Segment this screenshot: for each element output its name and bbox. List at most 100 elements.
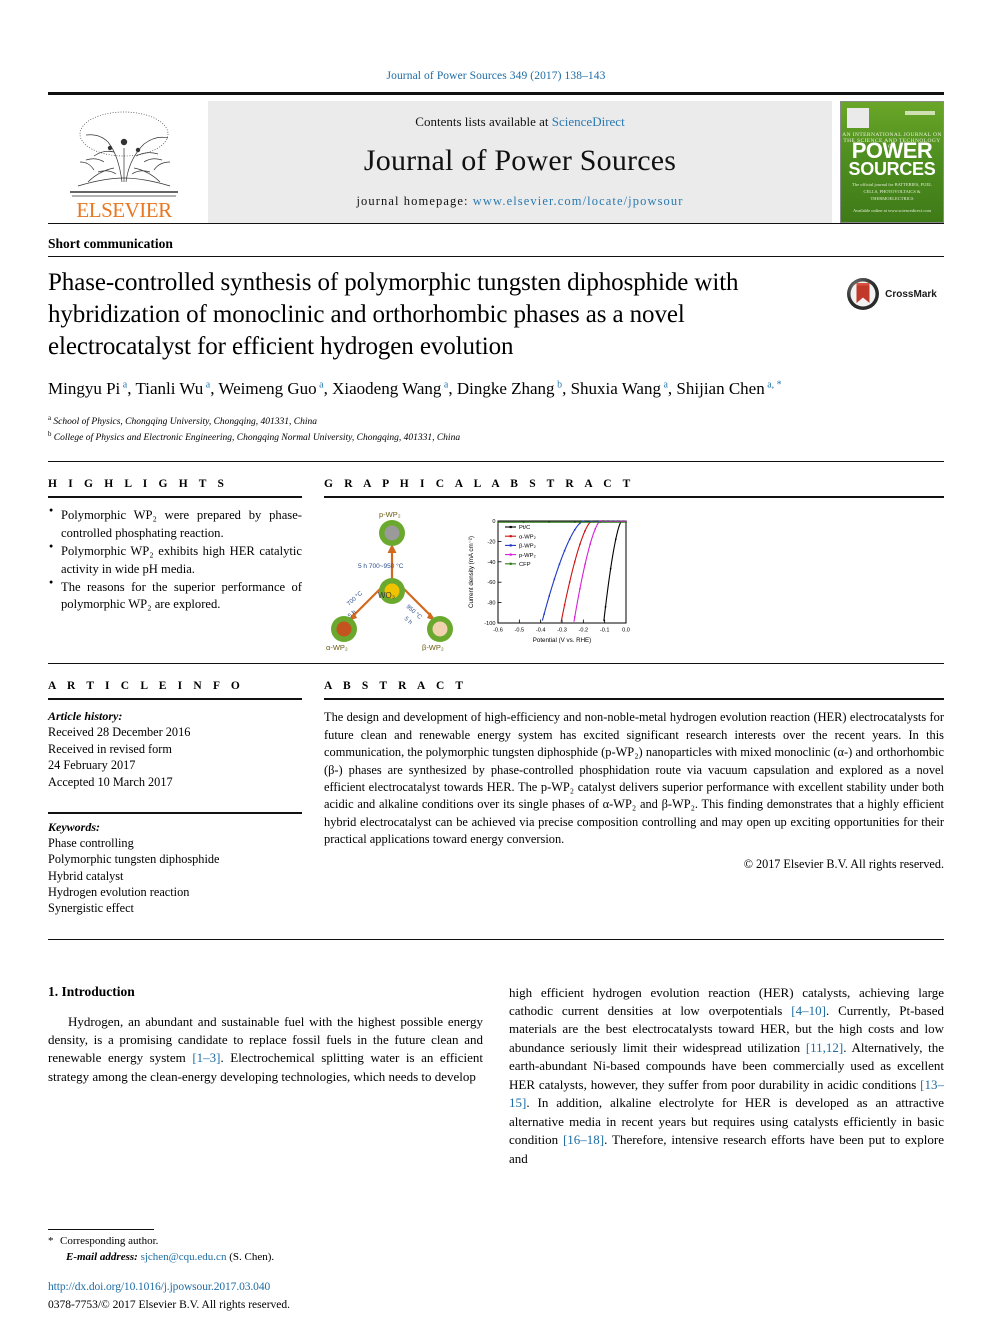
series-marker — [584, 564, 586, 566]
graphical-abstract-heading: G R A P H I C A L A B S T R A C T — [324, 478, 635, 491]
series-marker — [553, 579, 556, 581]
doi-block: http://dx.doi.org/10.1016/j.jpowsour.201… — [48, 1281, 478, 1313]
masthead-bottom-rule — [48, 223, 944, 224]
author-affiliation-mark: a — [120, 379, 128, 391]
keywords-list: Phase controlling Polymorphic tungsten di… — [48, 835, 302, 917]
corresponding-author-text: Corresponding author. — [60, 1235, 159, 1248]
homepage-label: journal homepage: — [356, 193, 469, 208]
article-history-line: Received in revised form — [48, 741, 172, 756]
citation-1-3[interactable]: [1–3] — [192, 1050, 220, 1065]
article-history-line: Received 28 December 2016 — [48, 725, 191, 740]
keyword-item: Hydrogen evolution reaction — [48, 884, 190, 899]
cover-small-text: The official journal for BATTERIES, FUEL… — [852, 182, 932, 201]
keywords-block: Keywords: Phase controlling Polymorphic t… — [48, 811, 302, 917]
email-label: E-mail address: — [66, 1250, 138, 1263]
email-line: E-mail address: sjchen@cqu.edu.cn (S. Ch… — [48, 1250, 478, 1265]
article-info-heading: A R T I C L E I N F O — [48, 680, 244, 693]
legend-label: α-WP₂ — [519, 535, 536, 541]
introduction-paragraph-right: high efficient hydrogen evolution reacti… — [509, 984, 944, 1169]
legend-label: β-WP₂ — [519, 544, 536, 550]
highlights-heading: H I G H L I G H T S — [48, 478, 229, 491]
journal-cover-image: AN INTERNATIONAL JOURNAL ON THE SCIENCE … — [840, 101, 944, 223]
series-marker — [604, 606, 607, 608]
x-tick-label: -0.5 — [515, 628, 525, 634]
abstract-bottom-rule — [48, 938, 944, 940]
article-info-panel: A R T I C L E I N F O Article history: R… — [48, 680, 324, 916]
polarization-curve-chart: -0.6 -0.5 -0.4 -0.3 -0.2 -0.1 0.0 0 -20 -40 -60 -80… — [464, 511, 632, 651]
keyword-item: Synergistic effect — [48, 901, 134, 916]
chart-plot-area — [497, 520, 627, 624]
page-title: Phase-controlled synthesis of polymorphi… — [48, 269, 739, 360]
series-marker — [609, 568, 612, 570]
author-name: Xiaodeng Wang — [332, 379, 442, 398]
highlight-item: Polymorphic WP₂ were prepared by phase-c… — [48, 506, 302, 542]
article-history-line: 24 February 2017 — [48, 758, 136, 773]
homepage-url[interactable]: www.elsevier.com/locate/jpowsour — [473, 194, 684, 208]
journal-band: Contents lists available at ScienceDirec… — [208, 101, 832, 223]
author-affiliation-mark: a, * — [764, 379, 782, 391]
x-tick-label: -0.6 — [493, 628, 503, 634]
scheme-center-label: WO₃ — [378, 591, 395, 600]
title-block: Phase-controlled synthesis of polymorphi… — [48, 257, 944, 445]
scheme-right-label: β-WP₂ — [422, 643, 444, 651]
issn-copyright: 0378-7753/© 2017 Elsevier B.V. All right… — [48, 1299, 291, 1311]
affiliation-line: a School of Physics, Chongqing Universit… — [48, 414, 318, 427]
email-link[interactable]: sjchen@cqu.edu.cn — [141, 1251, 227, 1263]
x-tick-label: -0.3 — [557, 628, 567, 634]
series-marker — [574, 529, 576, 531]
highlights-panel: H I G H L I G H T S Polymorphic WP₂ were… — [48, 478, 324, 651]
abstract-heading: A B S T R A C T — [324, 680, 468, 693]
sciencedirect-link[interactable]: ScienceDirect — [552, 114, 625, 129]
keywords-rule — [48, 811, 302, 814]
x-tick-label: -0.1 — [600, 628, 610, 634]
journal-homepage-line: journal homepage: www.elsevier.com/locat… — [356, 194, 683, 209]
contents-label: Contents lists available at — [415, 113, 549, 129]
author-name: Mingyu Pi — [48, 379, 121, 398]
citation-link[interactable]: [16–18] — [563, 1132, 604, 1147]
polarization-chart-svg: -0.6 -0.5 -0.4 -0.3 -0.2 -0.1 0.0 0 -20 -40 -60 -80… — [468, 519, 630, 644]
series-marker — [497, 521, 499, 524]
affiliation-line: b College of Physics and Electronic Engi… — [48, 430, 461, 443]
legend-marker — [509, 535, 512, 538]
article-history-line: Accepted 10 March 2017 — [48, 774, 173, 789]
series-marker — [574, 521, 576, 524]
body-column-right: high efficient hydrogen evolution reacti… — [509, 984, 944, 1169]
y-tick-label: -100 — [484, 621, 495, 627]
graphical-abstract-rule — [324, 496, 944, 499]
abstract-text: The design and development of high-effic… — [324, 709, 944, 848]
series-marker — [615, 538, 617, 541]
author-name: Tianli Wu — [135, 379, 204, 398]
citation-link[interactable]: [4–10] — [791, 1003, 826, 1018]
cover-bottom-text: Available online at www.sciencedirect.co… — [853, 207, 931, 213]
x-tick-label: -0.4 — [536, 628, 546, 634]
doi-link[interactable]: http://dx.doi.org/10.1016/j.jpowsour.201… — [48, 1281, 478, 1293]
author-name: Weimeng Guo — [218, 379, 317, 398]
article-info-and-abstract: A R T I C L E I N F O Article history: R… — [48, 680, 944, 916]
y-tick-label: -40 — [487, 560, 495, 566]
article-history-list: Received 28 December 2016 Received in rev… — [48, 724, 302, 789]
highlight-item: Polymorphic WP₂ exhibits high HER cataly… — [48, 542, 302, 578]
legend-marker — [509, 553, 512, 557]
cover-elsevier-mark — [847, 108, 869, 128]
elsevier-wordmark: ELSEVIER — [76, 198, 172, 222]
reaction-scheme-diagram: p-WP₂ α-WP₂ β-WP₂ WO₃ 5 h 700~950 °C 700… — [324, 511, 460, 651]
graphical-abstract-figure: p-WP₂ α-WP₂ β-WP₂ WO₃ 5 h 700~950 °C 700… — [324, 507, 944, 651]
journal-masthead: ELSEVIER Contents lists available at Sci… — [48, 101, 944, 223]
series-marker — [625, 521, 627, 524]
x-tick-label: 0.0 — [622, 628, 630, 634]
series-marker — [579, 588, 581, 590]
citation-link[interactable]: [11,12] — [806, 1040, 843, 1055]
highlights-rule — [48, 496, 302, 499]
legend-marker — [509, 544, 512, 547]
y-tick-label: -60 — [487, 581, 495, 587]
scheme-right-time: 5 h — [403, 617, 413, 627]
cover-top-rule — [905, 111, 935, 115]
highlight-item: The reasons for the superior performance… — [48, 578, 302, 614]
series-marker — [594, 528, 597, 531]
body-columns: 1. Introduction Hydrogen, an abundant an… — [48, 984, 944, 1169]
author-affiliation-mark: b — [554, 379, 563, 391]
series-marker — [558, 563, 561, 566]
series-marker — [599, 521, 602, 524]
legend-label: CFP — [519, 562, 531, 568]
crossmark-badge[interactable]: CrossMark — [839, 257, 944, 311]
